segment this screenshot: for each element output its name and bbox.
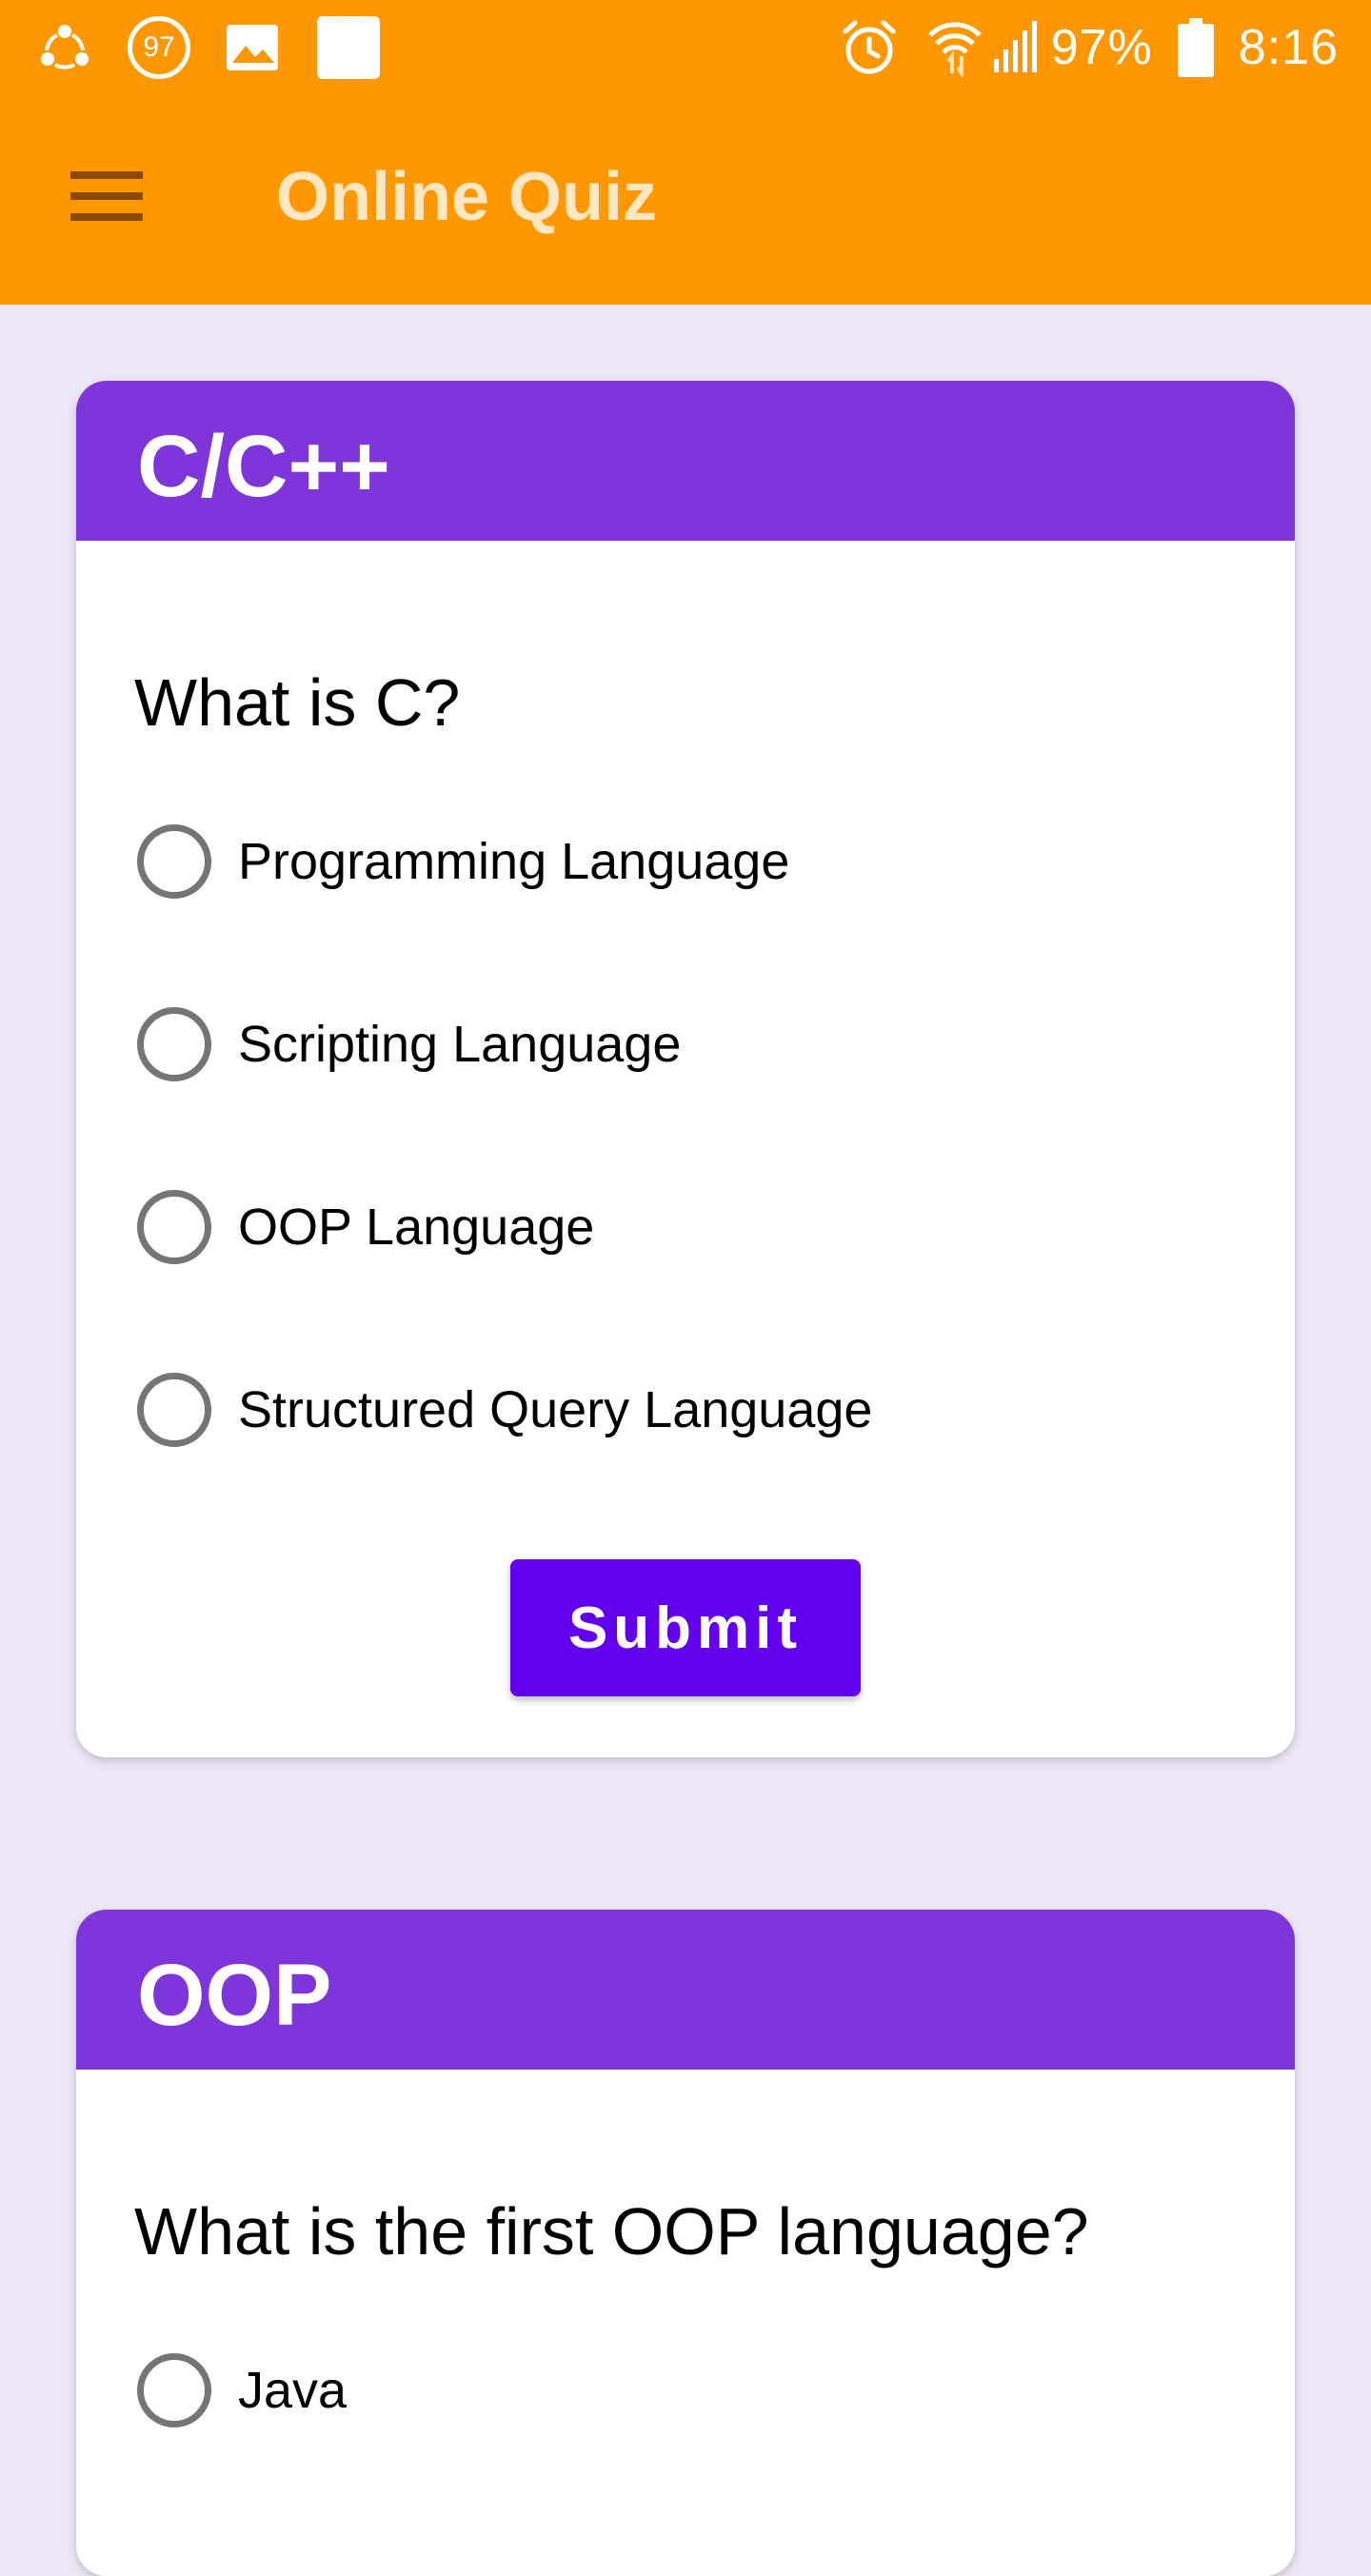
option-label: Structured Query Language [238,1381,873,1438]
clock: 8:16 [1238,20,1339,75]
card-category: C/C++ [137,418,390,515]
radio-button[interactable] [137,1190,211,1264]
option-label: Scripting Language [238,1016,682,1073]
card-header: C/C++ [76,381,1295,541]
option-oop-language[interactable]: OOP Language [137,1184,594,1270]
battery-icon [1177,18,1214,77]
notification-badge: 97 [128,16,190,79]
radio-button[interactable] [137,1373,211,1447]
battery-percent: 97% [1050,20,1153,75]
app-title: Online Quiz [276,159,658,235]
radio-button[interactable] [137,1007,211,1081]
option-scripting-language[interactable]: Scripting Language [137,1001,681,1087]
option-structured-query-language[interactable]: Structured Query Language [137,1367,872,1453]
option-label: Java [238,2362,348,2419]
radio-button[interactable] [137,824,211,899]
option-java[interactable]: Java [137,2348,347,2433]
option-label: OOP Language [238,1199,595,1256]
image-icon [225,23,280,72]
card-header: OOP [76,1910,1295,2070]
wifi-icon [927,18,983,77]
card-category: OOP [137,1947,332,2044]
menu-button[interactable] [48,152,166,244]
hamburger-menu-icon [70,169,143,228]
quiz-card-cpp: C/C++ What is C? Programming Language Sc… [76,381,1295,1757]
option-programming-language[interactable]: Programming Language [137,819,789,904]
quiz-card-oop: OOP What is the first OOP language? Java [76,1910,1295,2576]
status-bar: 97 97% 8:16 [0,0,1371,95]
radio-button[interactable] [137,2353,211,2427]
option-label: Programming Language [238,833,790,890]
app-bar: Online Quiz [0,95,1371,305]
submit-button[interactable]: Submit [510,1559,861,1696]
question-text: What is C? [134,665,461,740]
question-text: What is the first OOP language? [134,2194,1089,2269]
blank-app-icon [316,15,381,80]
signal-icon [990,21,1038,74]
alarm-icon [840,18,899,77]
share-icon [38,21,91,74]
